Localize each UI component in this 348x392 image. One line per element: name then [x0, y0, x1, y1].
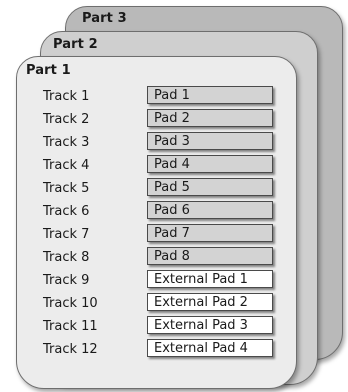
track-11-label: Track 11: [43, 319, 98, 334]
track-1-label: Track 1: [43, 89, 90, 104]
pad-assignment-3[interactable]: Pad 3: [147, 132, 273, 150]
track-9-label: Track 9: [43, 273, 90, 288]
track-row-11: Track 11 External Pad 3: [17, 316, 296, 338]
track-4-label: Track 4: [43, 158, 90, 173]
pad-assignment-7[interactable]: Pad 7: [147, 224, 273, 242]
track-3-label: Track 3: [43, 135, 90, 150]
track-7-label: Track 7: [43, 227, 90, 242]
track-5-label: Track 5: [43, 181, 90, 196]
track-12-label: Track 12: [43, 342, 98, 357]
part-1-card[interactable]: Part 1 Track 1 Pad 1 Track 2 Pad 2 Track…: [16, 56, 297, 389]
track-10-label: Track 10: [43, 296, 98, 311]
external-pad-assignment-2[interactable]: External Pad 2: [147, 293, 273, 311]
track-row-6: Track 6 Pad 6: [17, 201, 296, 223]
part-2-title: Part 2: [53, 37, 98, 52]
track-row-4: Track 4 Pad 4: [17, 155, 296, 177]
track-row-7: Track 7 Pad 7: [17, 224, 296, 246]
external-pad-assignment-1[interactable]: External Pad 1: [147, 270, 273, 288]
track-6-label: Track 6: [43, 204, 90, 219]
track-row-8: Track 8 Pad 8: [17, 247, 296, 269]
pad-assignment-4[interactable]: Pad 4: [147, 155, 273, 173]
part-3-title: Part 3: [82, 11, 127, 26]
pad-assignment-2[interactable]: Pad 2: [147, 109, 273, 127]
track-row-2: Track 2 Pad 2: [17, 109, 296, 131]
track-row-12: Track 12 External Pad 4: [17, 339, 296, 361]
track-row-5: Track 5 Pad 5: [17, 178, 296, 200]
track-2-label: Track 2: [43, 112, 90, 127]
track-8-label: Track 8: [43, 250, 90, 265]
track-row-9: Track 9 External Pad 1: [17, 270, 296, 292]
pad-assignment-1[interactable]: Pad 1: [147, 86, 273, 104]
pad-assignment-8[interactable]: Pad 8: [147, 247, 273, 265]
track-row-10: Track 10 External Pad 2: [17, 293, 296, 315]
track-row-3: Track 3 Pad 3: [17, 132, 296, 154]
external-pad-assignment-4[interactable]: External Pad 4: [147, 339, 273, 357]
external-pad-assignment-3[interactable]: External Pad 3: [147, 316, 273, 334]
track-row-1: Track 1 Pad 1: [17, 86, 296, 108]
pad-assignment-5[interactable]: Pad 5: [147, 178, 273, 196]
part-1-title: Part 1: [26, 63, 71, 78]
pad-assignment-6[interactable]: Pad 6: [147, 201, 273, 219]
